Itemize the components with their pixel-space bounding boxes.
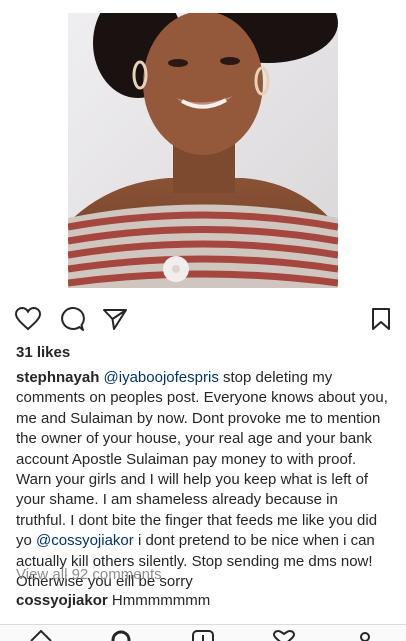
likes-count[interactable]: 31 likes bbox=[16, 344, 70, 361]
caption-text-1: stop deleting my comments on peoples pos… bbox=[16, 369, 388, 550]
home-icon[interactable] bbox=[30, 629, 52, 641]
post-photo[interactable] bbox=[68, 13, 338, 288]
caption-mention-2[interactable]: @cossyojiakor bbox=[36, 532, 134, 549]
add-icon[interactable] bbox=[192, 629, 214, 641]
view-all-comments-link[interactable]: View all 92 comments bbox=[16, 566, 162, 583]
activity-heart-icon[interactable] bbox=[272, 629, 296, 641]
comment-bubble-icon[interactable] bbox=[57, 304, 87, 334]
search-icon[interactable] bbox=[110, 629, 132, 641]
paper-plane-icon[interactable] bbox=[100, 304, 130, 334]
heart-icon[interactable] bbox=[13, 304, 43, 334]
post-image-area bbox=[0, 0, 406, 290]
caption-username[interactable]: stephnayah bbox=[16, 369, 99, 386]
comment-username[interactable]: cossyojiakor bbox=[16, 592, 108, 609]
comment-row: cossyojiakor Hmmmmmmm bbox=[16, 592, 210, 609]
post-photo-illustration bbox=[68, 13, 338, 288]
bottom-nav-bar bbox=[0, 624, 406, 641]
bookmark-icon[interactable] bbox=[366, 304, 396, 334]
profile-icon[interactable] bbox=[354, 629, 376, 641]
comment-text: Hmmmmmmm bbox=[107, 592, 211, 609]
post-caption: stephnayah @iyaboojofespris stop deletin… bbox=[16, 368, 392, 592]
caption-mention-1[interactable]: @iyaboojofespris bbox=[104, 369, 219, 386]
post-action-bar bbox=[0, 300, 406, 340]
